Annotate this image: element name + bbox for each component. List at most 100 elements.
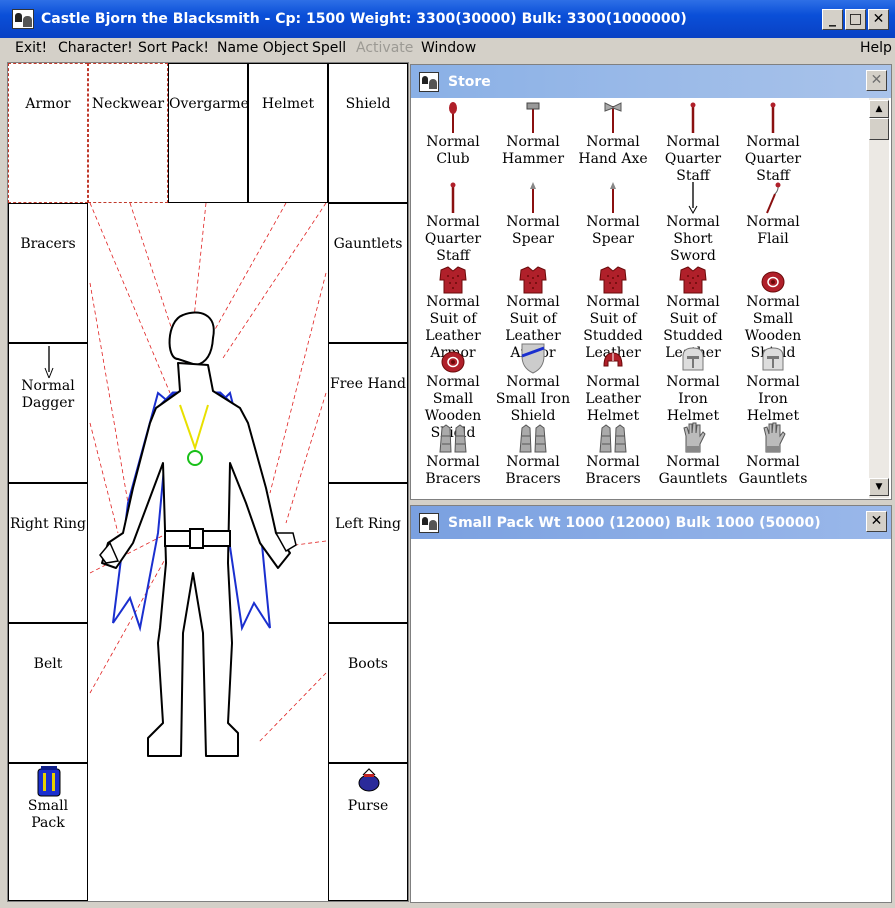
menu-help[interactable]: Help [860,40,892,56]
store-item[interactable]: Normal Club [412,100,494,168]
slot-bracers-label: Bracers [20,236,76,252]
leather-helmet-icon [572,340,654,374]
backpack-icon [37,766,61,797]
store-item-name: Normal Quarter Staff [664,134,722,184]
slot-boots[interactable]: Boots [328,623,408,763]
slot-helmet[interactable]: Helmet [248,63,328,203]
store-item[interactable]: Normal Iron Helmet [652,340,734,425]
slot-belt[interactable]: Belt [8,623,88,763]
slot-small-pack-label: Small Pack [27,798,69,831]
store-item-name: Normal Hammer [501,134,565,167]
slot-armor[interactable]: Armor [8,63,88,203]
menu-spell[interactable]: Spell [312,40,346,56]
store-item[interactable]: Normal Quarter Staff [732,100,814,185]
menu-exit[interactable]: Exit! [15,40,47,56]
pack-close-button[interactable]: ✕ [866,511,887,532]
club-icon [412,100,494,134]
store-item[interactable]: Normal Bracers [492,420,574,488]
window-title: Castle Bjorn the Blacksmith - Cp: 1500 W… [41,11,687,27]
slot-right-ring-label: Right Ring [9,516,87,532]
store-title: Store [448,73,491,90]
slot-shield-label: Shield [345,96,391,112]
store-item-grid: Normal Club Normal Hammer Normal Hand Axe N… [411,98,869,498]
store-scrollbar[interactable]: ▲ ▼ [869,98,889,498]
store-item[interactable]: Normal Small Iron Shield [492,340,574,425]
title-bar: Castle Bjorn the Blacksmith - Cp: 1500 W… [0,0,895,38]
slot-gauntlets[interactable]: Gauntlets [328,203,408,343]
app-icon[interactable] [12,9,34,29]
close-button[interactable]: ✕ [868,8,889,30]
menu-sort-pack[interactable]: Sort Pack! [138,40,209,56]
store-item[interactable]: Normal Spear [492,180,574,248]
store-item-name: Normal Flail [746,214,800,247]
scroll-down-button[interactable]: ▼ [869,478,889,496]
hand-axe-icon [572,100,654,134]
slot-overgarment-label: Overgarment [169,96,264,112]
store-item[interactable]: Normal Leather Helmet [572,340,654,425]
slot-weapon-hand[interactable]: Normal Dagger [8,343,88,483]
store-item[interactable]: Normal Gauntlets [652,420,734,488]
menu-bar: Exit! Character! Sort Pack! Name Object … [0,38,895,60]
slot-overgarment[interactable]: Overgarment [168,63,264,203]
store-item-name: Normal Bracers [585,454,641,487]
store-item[interactable]: Normal Iron Helmet [732,340,814,425]
maximize-button[interactable]: □ [845,8,866,30]
store-item-name: Normal Small Iron Shield [495,374,571,424]
store-item[interactable]: Normal Spear [572,180,654,248]
slot-bracers[interactable]: Bracers [8,203,88,343]
slot-left-ring[interactable]: Left Ring [328,483,408,623]
slot-purse[interactable]: Purse [328,763,408,901]
slot-small-pack[interactable]: Small Pack [8,763,88,901]
scroll-thumb[interactable] [869,118,889,140]
bracers-icon [572,420,654,454]
store-item[interactable]: Normal Gauntlets [732,420,814,488]
slot-right-ring[interactable]: Right Ring [8,483,88,623]
store-item[interactable]: Normal Hammer [492,100,574,168]
armor-icon [652,260,734,294]
store-item-name: Normal Quarter Staff [424,214,482,264]
pack-window: Small Pack Wt 1000 (12000) Bulk 1000 (50… [410,505,892,903]
scroll-up-button[interactable]: ▲ [869,100,889,118]
purse-icon [358,768,380,792]
hammer-icon [492,100,574,134]
slot-free-hand[interactable]: Free Hand [328,343,408,483]
staff-icon [412,180,494,214]
slot-gauntlets-label: Gauntlets [333,236,403,252]
slot-shield[interactable]: Shield [328,63,408,203]
store-item[interactable]: Normal Quarter Staff [412,180,494,265]
store-item[interactable]: Normal Hand Axe [572,100,654,168]
spear-icon [572,180,654,214]
store-item-name: Normal Club [426,134,480,167]
menu-name-object[interactable]: Name Object [217,40,308,56]
slot-boots-label: Boots [348,656,388,672]
armor-icon [572,260,654,294]
store-item-name: Normal Iron Helmet [666,374,720,424]
store-item[interactable]: Normal Quarter Staff [652,100,734,185]
equipment-panel: Armor Neckwear Overgarment Helmet Shield… [7,62,409,902]
store-item-name: Normal Gauntlets [738,454,808,487]
flail-icon [732,180,814,214]
armor-icon [492,260,574,294]
minimize-button[interactable]: _ [822,8,843,30]
gauntlets-icon [732,420,814,454]
wooden-shield-icon [412,340,494,374]
store-item-name: Normal Spear [586,214,640,247]
store-item-name: Normal Iron Helmet [746,374,800,424]
store-window-icon [419,71,439,92]
bracers-icon [412,420,494,454]
slot-neckwear[interactable]: Neckwear [88,63,168,203]
store-close-button[interactable]: ✕ [866,70,887,91]
store-item[interactable]: Normal Flail [732,180,814,248]
iron-shield-icon [492,340,574,374]
store-item[interactable]: Normal Bracers [412,420,494,488]
armor-icon [412,260,494,294]
staff-icon [732,100,814,134]
menu-window[interactable]: Window [421,40,476,56]
store-item[interactable]: Normal Short Sword [652,180,734,265]
slot-belt-label: Belt [33,656,63,672]
menu-character[interactable]: Character! [58,40,133,56]
store-item[interactable]: Normal Bracers [572,420,654,488]
gauntlets-icon [652,420,734,454]
pack-title-bar: Small Pack Wt 1000 (12000) Bulk 1000 (50… [411,506,891,539]
slot-free-hand-label: Free Hand [330,376,406,392]
